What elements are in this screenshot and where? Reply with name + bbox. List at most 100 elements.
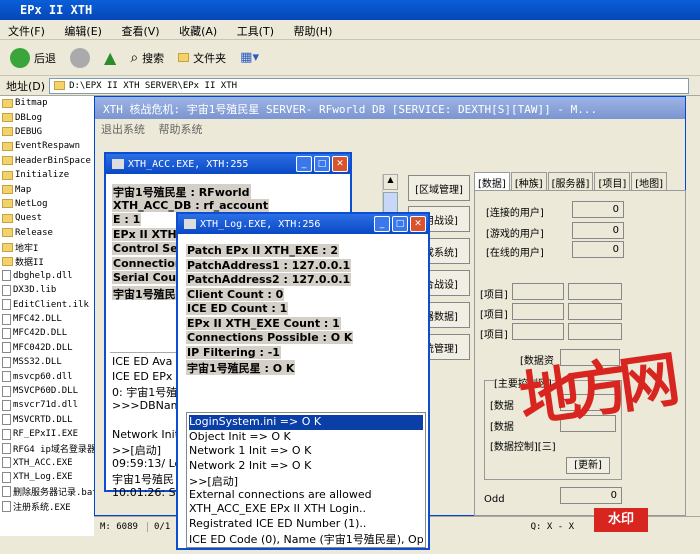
file-icon — [2, 471, 11, 483]
back-arrow-icon — [10, 47, 30, 68]
file-icon — [2, 399, 11, 411]
file-name: Initialize — [15, 170, 70, 181]
odd-label: Odd — [484, 494, 505, 505]
file-list-item[interactable]: Initialize — [0, 168, 100, 182]
file-icon — [2, 270, 11, 282]
tab-map[interactable]: [地图] — [631, 172, 668, 192]
log-info-line: IP Filtering : -1 — [186, 345, 420, 361]
file-name: Quest — [15, 213, 43, 224]
playing-users-label: [游戏的用户] — [486, 229, 544, 240]
main-tabs: [数据] [种族] [服务器] [项目] [地图] — [474, 172, 668, 192]
file-name: Map — [15, 184, 32, 195]
file-name: 数据II — [15, 257, 44, 268]
minimize-icon[interactable]: _ — [374, 216, 390, 232]
item-box-3a — [512, 323, 564, 340]
file-list-item[interactable]: HeaderBinSpace — [0, 154, 100, 168]
file-list-item[interactable]: Release — [0, 226, 100, 240]
tab-race[interactable]: [种族] — [510, 172, 547, 192]
file-name: MSS32.DLL — [13, 357, 62, 368]
forward-button[interactable] — [66, 46, 94, 70]
log-console: LoginSystem.ini => O K Object Init => O K… — [186, 412, 426, 548]
menu-edit[interactable]: 编辑(E) — [64, 25, 102, 38]
file-list-item[interactable]: XTH_Log.EXE — [0, 470, 100, 484]
file-list-item[interactable]: NetLog — [0, 197, 100, 211]
acc-log-line: >>[启动] — [112, 442, 184, 457]
minimize-icon[interactable]: _ — [296, 156, 312, 172]
file-icon — [2, 299, 11, 311]
maximize-icon[interactable]: □ — [392, 216, 408, 232]
views-button[interactable]: ▦▾ — [236, 48, 263, 67]
search-button[interactable]: ⌕ 搜索 — [126, 48, 168, 68]
menu-help[interactable]: 帮助(H) — [294, 25, 333, 38]
file-list-item[interactable]: DEBUG — [0, 125, 100, 139]
tab-data[interactable]: [数据] — [474, 172, 510, 192]
log-info-text: 宇宙1号殖民星 : O K — [186, 360, 296, 375]
file-name: DX3D.lib — [13, 285, 57, 296]
file-list-item[interactable]: msvcp60.dll — [0, 369, 100, 383]
menu-favorites[interactable]: 收藏(A) — [179, 25, 217, 38]
file-list-item[interactable]: Bitmap — [0, 96, 100, 110]
tab-item[interactable]: [项目] — [594, 172, 631, 192]
refresh-button[interactable]: [更新] — [566, 457, 610, 474]
app-icon — [112, 159, 124, 169]
odd-value: 0 — [560, 487, 622, 504]
file-list-item[interactable]: DX3D.lib — [0, 283, 100, 297]
file-list-item[interactable]: EditClient.ilk — [0, 297, 100, 311]
file-icon — [2, 371, 11, 383]
close-icon[interactable]: ✕ — [332, 156, 348, 172]
file-list-item[interactable]: XTH_ACC.EXE — [0, 456, 100, 470]
file-name: 地牢I — [15, 243, 39, 254]
acc-log-text: >>[启动] — [112, 444, 162, 457]
scroll-up-icon[interactable]: ▲ — [383, 174, 398, 190]
file-name: EditClient.ilk — [13, 299, 89, 310]
main-window-title: XTH 核战危机: 宇宙1号殖民星 SERVER- RFworld DB [SE… — [95, 97, 685, 119]
file-list-item[interactable]: EventRespawn — [0, 139, 100, 153]
file-list-item[interactable]: MFC042D.DLL — [0, 341, 100, 355]
file-list-item[interactable]: 删除服务器记录.bat — [0, 485, 100, 499]
folders-button[interactable]: 文件夹 — [174, 48, 230, 68]
close-icon[interactable]: ✕ — [410, 216, 426, 232]
menu-file[interactable]: 文件(F) — [8, 25, 45, 38]
file-name: HeaderBinSpace — [15, 155, 91, 166]
log-console-text: Network 1 Init => O K — [189, 444, 312, 457]
file-list-item[interactable]: MFC42D.DLL — [0, 326, 100, 340]
acc-info-line: 宇宙1号殖民星 : RFworld — [112, 184, 344, 199]
file-list-item[interactable]: RF_EPxII.EXE — [0, 427, 100, 441]
area-manage-button[interactable]: [区域管理] — [408, 175, 470, 201]
connected-users-label: [连接的用户] — [486, 208, 544, 219]
menu-tools[interactable]: 工具(T) — [237, 25, 274, 38]
file-list-item[interactable]: RFG4 ip域名登录器 — [0, 441, 100, 455]
file-icon — [2, 428, 11, 440]
up-folder-button[interactable]: ▲ — [100, 46, 120, 69]
file-list-item[interactable]: DBLog — [0, 110, 100, 124]
log-info-line: PatchAddress2 : 127.0.0.1 — [186, 273, 420, 288]
file-list-item[interactable]: Map — [0, 182, 100, 196]
file-list-item[interactable]: Quest — [0, 211, 100, 225]
acc-log-line — [112, 413, 184, 428]
log-console-text: Network 2 Init => O K — [189, 458, 312, 472]
tab-server[interactable]: [服务器] — [547, 172, 594, 192]
log-console-text: Object Init => O K — [189, 429, 291, 443]
watermark-badge: 水印 — [594, 508, 648, 532]
log-info-line: EPx II XTH_EXE Count : 1 — [186, 316, 420, 332]
file-list-item[interactable]: dbghelp.dll — [0, 269, 100, 283]
file-list-item[interactable]: 注册系统.EXE — [0, 499, 100, 513]
menu-view[interactable]: 查看(V) — [121, 25, 159, 38]
file-list-item[interactable]: msvcr71d.dll — [0, 398, 100, 412]
file-list-item[interactable]: 地牢I — [0, 240, 100, 254]
file-list-item[interactable]: MFC42.DLL — [0, 312, 100, 326]
menu-help-system[interactable]: 帮助系统 — [159, 123, 203, 136]
maximize-icon[interactable]: □ — [314, 156, 330, 172]
file-list-item[interactable]: MSS32.DLL — [0, 355, 100, 369]
back-button[interactable]: 后退 — [6, 46, 60, 70]
file-list-item[interactable]: MSVCP60D.DLL — [0, 384, 100, 398]
file-list-item[interactable]: 数据II — [0, 254, 100, 268]
file-icon — [2, 313, 11, 325]
folder-icon — [2, 98, 13, 108]
address-input[interactable]: D:\EPX II XTH SERVER\EPx II XTH — [49, 77, 690, 94]
acc-log-line: 宇宙1号殖民 — [112, 471, 184, 486]
connected-users-value: 0 — [572, 201, 624, 218]
file-list-item[interactable]: MSVCRTD.DLL — [0, 413, 100, 427]
file-icon — [2, 443, 11, 455]
menu-exit-system[interactable]: 退出系统 — [101, 123, 145, 136]
